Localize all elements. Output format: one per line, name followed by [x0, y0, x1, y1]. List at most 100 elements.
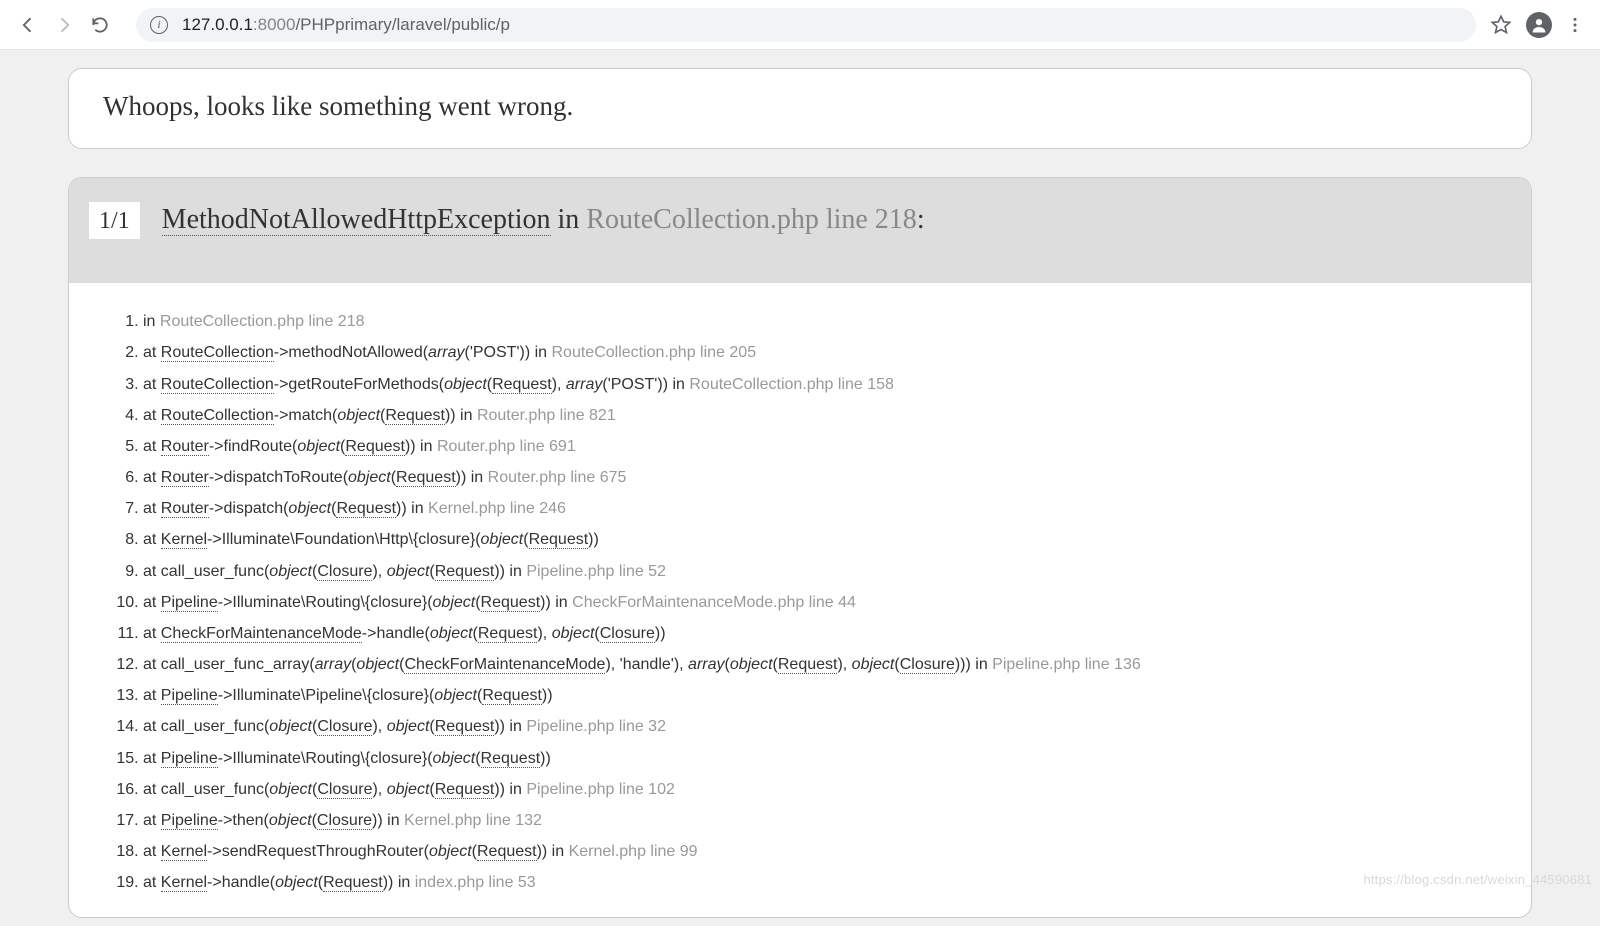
- trace-class[interactable]: RouteCollection: [161, 407, 274, 425]
- trace-text: (: [523, 531, 528, 548]
- bookmark-star-icon[interactable]: [1490, 14, 1512, 36]
- trace-arg-class[interactable]: Request: [477, 843, 537, 861]
- trace-location[interactable]: RouteCollection.php line 205: [552, 344, 757, 361]
- trace-class[interactable]: Kernel: [161, 843, 207, 861]
- trace-location[interactable]: Pipeline.php line 136: [992, 656, 1141, 673]
- trace-location[interactable]: index.php line 53: [415, 874, 536, 891]
- trace-class[interactable]: Kernel: [161, 874, 207, 892]
- trace-keyword: object: [269, 812, 312, 829]
- trace-arg-class[interactable]: Request: [396, 469, 456, 487]
- trace-class[interactable]: Pipeline: [161, 687, 218, 705]
- profile-avatar-icon[interactable]: [1526, 12, 1552, 38]
- trace-class[interactable]: RouteCollection: [161, 376, 274, 394]
- trace-location[interactable]: Router.php line 691: [437, 438, 576, 455]
- trace-class[interactable]: Pipeline: [161, 750, 218, 768]
- trace-text: at call_user_func(: [143, 563, 269, 580]
- trace-arg-class[interactable]: Request: [336, 500, 396, 518]
- trace-keyword: object: [434, 687, 477, 704]
- trace-arg-class[interactable]: Request: [529, 531, 589, 549]
- trace-keyword: object: [348, 469, 391, 486]
- trace-keyword: object: [297, 438, 340, 455]
- trace-arg-class[interactable]: Request: [778, 656, 838, 674]
- trace-arg-class[interactable]: Request: [481, 750, 541, 768]
- trace-text: )) in: [372, 812, 404, 829]
- trace-text: ),: [372, 718, 386, 735]
- trace-keyword: object: [337, 407, 380, 424]
- exception-title: MethodNotAllowedHttpException in RouteCo…: [162, 202, 925, 237]
- trace-class[interactable]: RouteCollection: [161, 344, 274, 362]
- trace-text: ), 'handle'),: [605, 656, 688, 673]
- trace-class[interactable]: Router: [161, 438, 209, 456]
- whoops-banner: Whoops, looks like something went wrong.: [68, 68, 1532, 149]
- trace-text: )): [588, 531, 599, 548]
- trace-location[interactable]: Pipeline.php line 52: [526, 563, 666, 580]
- trace-class[interactable]: CheckForMaintenanceMode: [161, 625, 362, 643]
- trace-location[interactable]: CheckForMaintenanceMode.php line 44: [572, 594, 856, 611]
- trace-text: ),: [372, 781, 386, 798]
- trace-arg-class[interactable]: Request: [385, 407, 445, 425]
- trace-arg-class[interactable]: Closure: [600, 625, 655, 643]
- trace-line: at RouteCollection->match(object(Request…: [143, 401, 1511, 432]
- trace-arg-class[interactable]: Closure: [900, 656, 955, 674]
- trace-class[interactable]: Router: [161, 500, 209, 518]
- page-content: Whoops, looks like something went wrong.…: [0, 50, 1600, 926]
- exception-name[interactable]: MethodNotAllowedHttpException: [162, 204, 551, 236]
- trace-text: )) in: [405, 438, 437, 455]
- trace-text: )) in: [445, 407, 477, 424]
- stack-trace-list: in RouteCollection.php line 218at RouteC…: [69, 283, 1531, 917]
- trace-arg-class[interactable]: Request: [345, 438, 405, 456]
- trace-keyword: object: [481, 531, 524, 548]
- browser-toolbar: i 127.0.0.1:8000/PHPprimary/laravel/publ…: [0, 0, 1600, 50]
- trace-arg-class[interactable]: Request: [323, 874, 383, 892]
- trace-text: )) in: [396, 500, 428, 517]
- address-bar[interactable]: i 127.0.0.1:8000/PHPprimary/laravel/publ…: [136, 8, 1476, 42]
- exception-location[interactable]: RouteCollection.php line 218: [586, 204, 917, 235]
- trace-line: at call_user_func(object(Closure), objec…: [143, 556, 1511, 587]
- trace-location[interactable]: Kernel.php line 246: [428, 500, 566, 517]
- trace-location[interactable]: Router.php line 821: [477, 407, 616, 424]
- trace-arg-class[interactable]: Closure: [317, 718, 372, 736]
- site-info-icon[interactable]: i: [150, 16, 168, 34]
- trace-arg-class[interactable]: Request: [435, 781, 495, 799]
- trace-text: at call_user_func(: [143, 718, 269, 735]
- trace-location[interactable]: Router.php line 675: [488, 469, 627, 486]
- trace-arg-class[interactable]: Closure: [317, 781, 372, 799]
- forward-button[interactable]: [46, 7, 82, 43]
- trace-arg-class[interactable]: Request: [478, 625, 538, 643]
- trace-text: )) in: [494, 718, 526, 735]
- trace-text: at: [143, 750, 161, 767]
- trace-line: at Pipeline->then(object(Closure)) in Ke…: [143, 806, 1511, 837]
- trace-location[interactable]: Kernel.php line 99: [569, 843, 698, 860]
- trace-class[interactable]: Router: [161, 469, 209, 487]
- kebab-menu-icon[interactable]: [1566, 16, 1584, 34]
- trace-keyword: array: [315, 656, 351, 673]
- trace-location[interactable]: Pipeline.php line 102: [526, 781, 675, 798]
- trace-class[interactable]: Kernel: [161, 531, 207, 549]
- trace-arg-class[interactable]: Request: [435, 563, 495, 581]
- trace-location[interactable]: RouteCollection.php line 158: [689, 376, 894, 393]
- trace-arg-class[interactable]: Request: [435, 718, 495, 736]
- trace-arg-class[interactable]: Request: [482, 687, 542, 705]
- trace-line: at call_user_func(object(Closure), objec…: [143, 712, 1511, 743]
- trace-class[interactable]: Pipeline: [161, 594, 218, 612]
- trace-keyword: object: [444, 376, 487, 393]
- trace-line: at Router->findRoute(object(Request)) in…: [143, 432, 1511, 463]
- trace-location[interactable]: Pipeline.php line 32: [526, 718, 666, 735]
- trace-arg-class[interactable]: Request: [481, 594, 541, 612]
- back-button[interactable]: [10, 7, 46, 43]
- trace-text: ->sendRequestThroughRouter(: [207, 843, 429, 860]
- trace-arg-class[interactable]: Request: [492, 376, 552, 394]
- trace-location[interactable]: RouteCollection.php line 218: [160, 313, 365, 330]
- trace-text: ),: [372, 563, 386, 580]
- trace-arg-class[interactable]: CheckForMaintenanceMode: [404, 656, 605, 674]
- trace-arg-class[interactable]: Closure: [317, 563, 372, 581]
- trace-class[interactable]: Pipeline: [161, 812, 218, 830]
- trace-text: at: [143, 469, 161, 486]
- trace-text: at: [143, 812, 161, 829]
- reload-button[interactable]: [82, 7, 118, 43]
- trace-location[interactable]: Kernel.php line 132: [404, 812, 542, 829]
- trace-text: ->Illuminate\Foundation\Http\{closure}(: [207, 531, 480, 548]
- trace-arg-class[interactable]: Closure: [317, 812, 372, 830]
- trace-text: )) in: [456, 469, 488, 486]
- trace-text: ),: [837, 656, 851, 673]
